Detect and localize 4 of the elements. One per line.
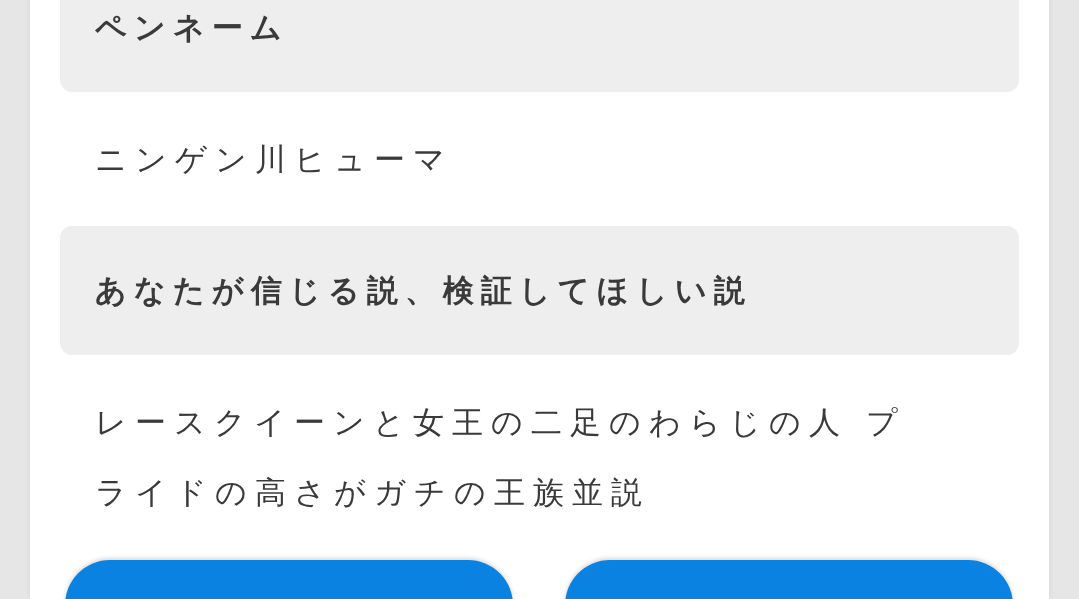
field-value: ニンゲン川ヒューマ xyxy=(95,140,453,179)
field-value: レースクイーンと女王の二足のわらじの人 プライドの高さがガチの王族並説 xyxy=(95,403,907,512)
field-label: あなたが信じる説、検証してほしい説 xyxy=(95,270,752,310)
field-label: ペンネーム xyxy=(95,7,289,47)
